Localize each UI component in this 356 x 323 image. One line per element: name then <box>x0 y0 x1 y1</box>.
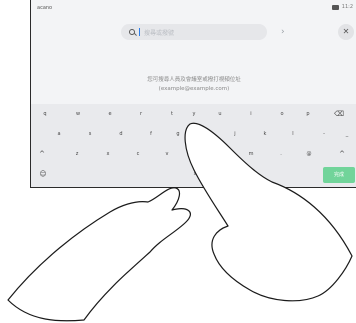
hand-gesture-illustration <box>7 122 353 322</box>
left-hand <box>7 187 191 322</box>
right-hand <box>184 122 353 302</box>
